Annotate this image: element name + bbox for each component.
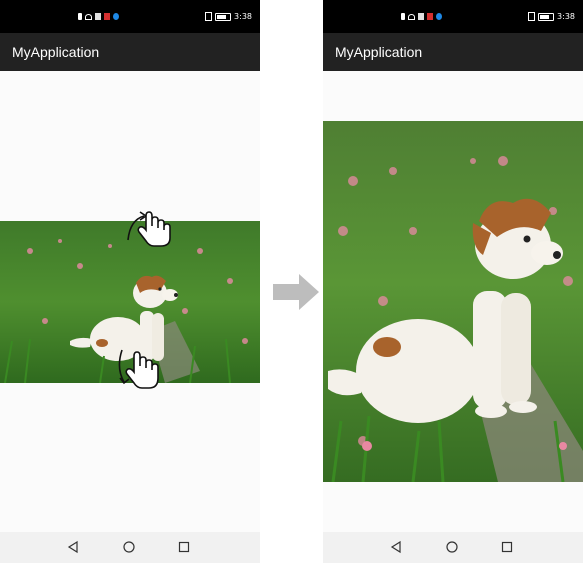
home-circle-icon[interactable] bbox=[122, 540, 136, 554]
back-triangle-icon[interactable] bbox=[389, 540, 403, 554]
status-icons bbox=[78, 13, 119, 20]
app-toolbar: MyApplication bbox=[0, 33, 260, 71]
dog-image-zoomed[interactable] bbox=[323, 121, 583, 482]
navigation-bar bbox=[323, 532, 583, 563]
recent-square-icon[interactable] bbox=[177, 540, 191, 554]
app-notification-icon bbox=[436, 13, 442, 20]
vibrate-icon bbox=[528, 12, 536, 21]
battery-icon bbox=[538, 12, 555, 21]
app-notification-icon bbox=[104, 13, 110, 20]
right-arrow-icon bbox=[273, 274, 319, 310]
notification-icon bbox=[78, 13, 82, 20]
pinch-rotate-gesture-icon bbox=[118, 349, 159, 389]
mail-icon bbox=[95, 13, 101, 20]
dog-photo-illustration bbox=[323, 121, 583, 482]
status-bar: 3:38 bbox=[323, 0, 583, 33]
app-title: MyApplication bbox=[335, 44, 423, 60]
status-time: 3:38 bbox=[234, 12, 252, 21]
phone-screen-before: 3:38 MyApplication bbox=[0, 0, 260, 563]
battery-icon bbox=[215, 12, 232, 21]
app-title: MyApplication bbox=[12, 44, 100, 60]
status-icons bbox=[401, 13, 442, 20]
back-triangle-icon[interactable] bbox=[66, 540, 80, 554]
wifi-icon bbox=[408, 13, 415, 20]
app-toolbar: MyApplication bbox=[323, 33, 583, 71]
notification-icon bbox=[401, 13, 405, 20]
recent-square-icon[interactable] bbox=[500, 540, 514, 554]
wifi-icon bbox=[85, 13, 92, 20]
status-right: 3:38 bbox=[528, 12, 575, 21]
app-notification-icon bbox=[113, 13, 119, 20]
mail-icon bbox=[418, 13, 424, 20]
status-bar: 3:38 bbox=[0, 0, 260, 33]
navigation-bar bbox=[0, 532, 260, 563]
home-circle-icon[interactable] bbox=[445, 540, 459, 554]
phone-screen-after: 3:38 MyApplication bbox=[323, 0, 583, 563]
status-time: 3:38 bbox=[557, 12, 575, 21]
app-notification-icon bbox=[427, 13, 433, 20]
vibrate-icon bbox=[205, 12, 213, 21]
pinch-rotate-gesture-icon bbox=[127, 211, 171, 247]
status-right: 3:38 bbox=[205, 12, 252, 21]
